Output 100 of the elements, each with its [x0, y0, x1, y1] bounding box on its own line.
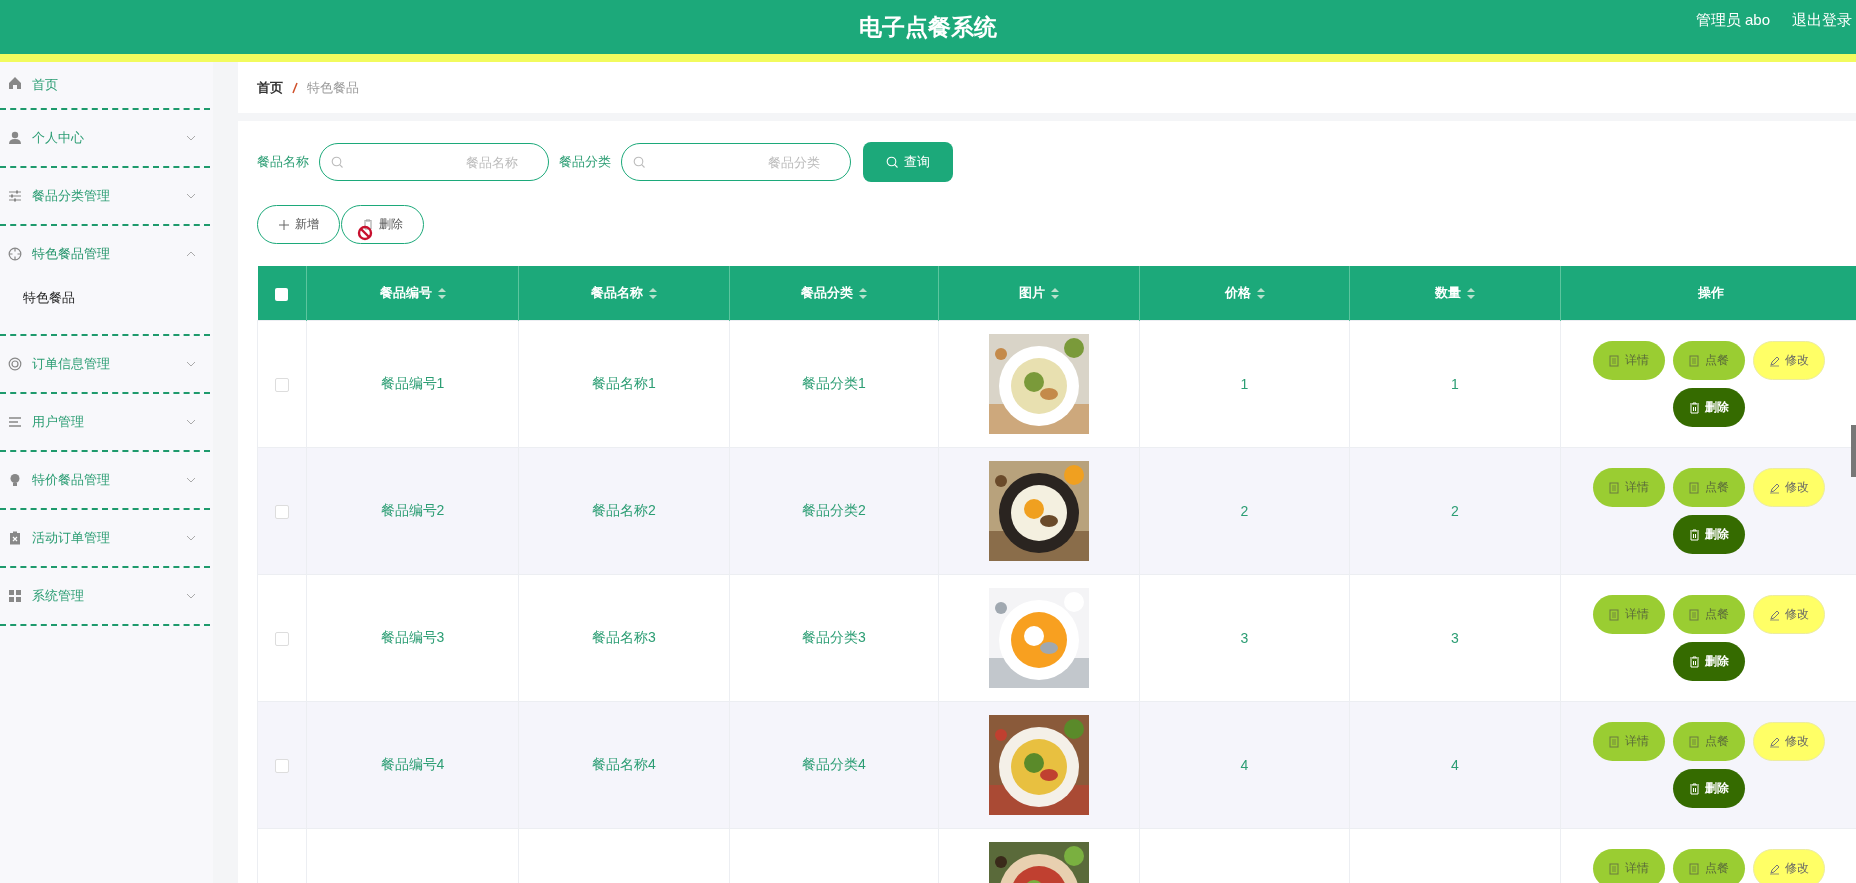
table-cell: 1 [1451, 376, 1459, 392]
select-all-checkbox[interactable] [275, 287, 289, 301]
detail-button[interactable]: 详情 [1593, 849, 1665, 883]
row-checkbox[interactable] [275, 632, 289, 647]
edit-button[interactable]: 修改 [1753, 468, 1825, 507]
edit-button[interactable]: 修改 [1753, 722, 1825, 761]
home-icon [8, 76, 22, 90]
chevron-down-icon [186, 477, 196, 483]
table-cell: 餐品编号1 [380, 375, 445, 391]
detail-button[interactable]: 详情 [1593, 341, 1665, 380]
menu-item[interactable]: 用户管理 [0, 394, 210, 450]
plus-icon [278, 219, 289, 230]
pencil-icon [1769, 354, 1780, 367]
table-cell: 餐品编号4 [380, 756, 445, 772]
detail-button[interactable]: 详情 [1593, 468, 1665, 507]
menu-item[interactable]: 订单信息管理 [0, 336, 210, 392]
app-title: 电子点餐系统 [859, 12, 997, 42]
table-cell: 2 [1451, 503, 1459, 519]
document-icon [1609, 481, 1620, 494]
delete-button[interactable]: 删除 [1673, 769, 1745, 808]
table-cell: 餐品名称4 [592, 756, 656, 772]
submenu-item[interactable]: 特色餐品 [0, 282, 210, 334]
order-button[interactable]: 点餐 [1673, 468, 1745, 507]
trash-icon [1689, 401, 1700, 414]
row-checkbox[interactable] [275, 378, 289, 393]
column-header[interactable]: 操作 [1697, 284, 1724, 302]
delete-button[interactable]: 删除 [1673, 388, 1745, 427]
delete-button[interactable]: 删除 [341, 205, 424, 244]
search-icon [331, 156, 343, 168]
separator-icon [292, 81, 298, 94]
column-header[interactable]: 餐品名称 [591, 284, 643, 302]
table-cell: 4 [1451, 757, 1459, 773]
menu-item[interactable]: 特价餐品管理 [0, 452, 210, 508]
search-icon [886, 156, 898, 168]
clipboard-icon [8, 531, 22, 545]
table-cell: 3 [1240, 630, 1249, 646]
table-cell: 餐品分类3 [802, 629, 866, 645]
logout-link[interactable]: 退出登录 [1792, 10, 1852, 30]
document-icon [1609, 735, 1620, 748]
grid-icon [8, 589, 22, 603]
delete-button[interactable]: 删除 [1673, 515, 1745, 554]
breadcrumb-item: 特色餐品 [307, 78, 359, 97]
search-field[interactable]: 餐品分类 [621, 143, 851, 181]
order-button[interactable]: 点餐 [1673, 341, 1745, 380]
chevron-down-icon [186, 361, 196, 367]
row-checkbox[interactable] [275, 759, 289, 774]
column-header[interactable]: 图片 [1019, 284, 1045, 302]
table-cell: 餐品分类4 [802, 756, 866, 772]
bulb-icon [8, 473, 22, 487]
document-icon [1609, 862, 1620, 875]
trash-icon [1689, 655, 1700, 668]
search-field[interactable]: 餐品名称 [319, 143, 549, 181]
row-checkbox[interactable] [275, 505, 289, 520]
list-icon [8, 415, 22, 429]
field-label: 餐品名称 [257, 153, 309, 171]
column-header[interactable]: 餐品分类 [801, 284, 853, 302]
table-cell: 餐品名称2 [592, 502, 656, 518]
user-name: 管理员 abo [1695, 10, 1770, 30]
chevron-down-icon [186, 593, 196, 599]
menu-item[interactable]: 特色餐品管理 [0, 226, 210, 282]
document-icon [1689, 481, 1700, 494]
table-cell: 餐品名称1 [592, 375, 656, 391]
scrollbar-thumb[interactable] [1851, 425, 1856, 477]
menu-item[interactable]: 首页 [0, 62, 210, 108]
detail-button[interactable]: 详情 [1593, 595, 1665, 634]
chevron-up-icon [186, 251, 196, 257]
pencil-icon [1769, 608, 1780, 621]
lifebuoy-icon [8, 357, 22, 371]
trash-icon [1689, 528, 1700, 541]
order-button[interactable]: 点餐 [1673, 849, 1745, 883]
order-button[interactable]: 点餐 [1673, 722, 1745, 761]
menu-item[interactable]: 活动订单管理 [0, 510, 210, 566]
add-button[interactable]: 新增 [257, 205, 340, 244]
table-cell: 餐品名称3 [592, 629, 656, 645]
trash-icon [1689, 782, 1700, 795]
chevron-down-icon [186, 419, 196, 425]
menu-item[interactable]: 系统管理 [0, 568, 210, 624]
table-cell: 2 [1240, 503, 1249, 519]
edit-button[interactable]: 修改 [1753, 849, 1825, 883]
chevron-down-icon [186, 193, 196, 199]
breadcrumb-item[interactable]: 首页 [257, 78, 283, 97]
edit-button[interactable]: 修改 [1753, 595, 1825, 634]
table-cell: 1 [1240, 376, 1249, 392]
column-header[interactable]: 数量 [1435, 284, 1461, 302]
delete-button[interactable]: 删除 [1673, 642, 1745, 681]
column-header[interactable]: 价格 [1224, 284, 1251, 302]
order-button[interactable]: 点餐 [1673, 595, 1745, 634]
crosshair-icon [8, 247, 22, 261]
pencil-icon [1769, 481, 1780, 494]
menu-item[interactable]: 餐品分类管理 [0, 168, 210, 224]
document-icon [1689, 862, 1700, 875]
field-label: 餐品分类 [559, 153, 611, 171]
detail-button[interactable]: 详情 [1593, 722, 1665, 761]
column-header[interactable]: 餐品编号 [379, 284, 432, 302]
no-entry-icon [357, 225, 373, 241]
menu-item[interactable]: 个人中心 [0, 110, 210, 166]
document-icon [1689, 608, 1700, 621]
search-button[interactable]: 查询 [863, 142, 953, 182]
table-cell: 4 [1240, 757, 1249, 773]
edit-button[interactable]: 修改 [1753, 341, 1825, 380]
